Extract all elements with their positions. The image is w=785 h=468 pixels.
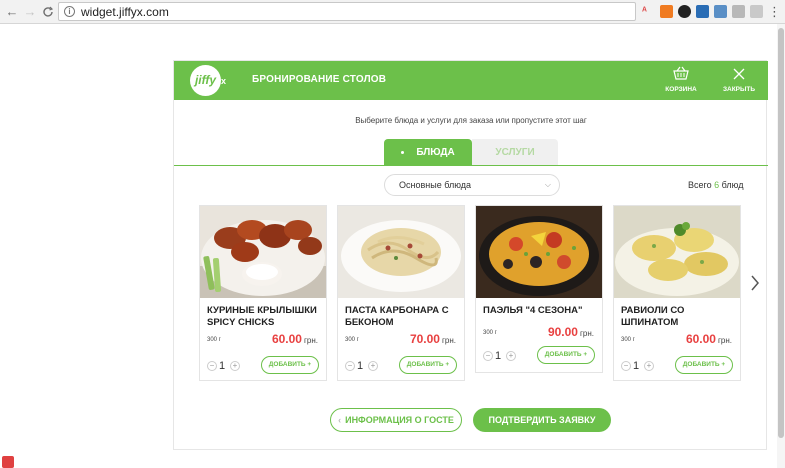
dish-image-paella xyxy=(476,206,602,298)
back-icon[interactable]: ← xyxy=(4,4,20,20)
dish-price: 60.00 грн. xyxy=(271,332,318,346)
qty-value: 1 xyxy=(357,360,364,372)
chevron-left-icon: ‹ xyxy=(338,415,342,425)
screenshot-extension-icon[interactable] xyxy=(696,5,709,18)
dish-card: КУРИНЫЕ КРЫЛЫШКИ SPICY CHICKS 300 г 60.0… xyxy=(199,205,327,381)
qty-minus-button[interactable]: − xyxy=(483,351,493,361)
close-icon xyxy=(719,66,759,84)
qty-minus-button[interactable]: − xyxy=(345,361,355,371)
confirm-button[interactable]: ПОДТВЕРДИТЬ ЗАЯВКУ xyxy=(473,408,611,432)
category-select[interactable]: Основные блюда ⌵ xyxy=(384,174,560,196)
address-bar[interactable]: i widget.jiffyx.com xyxy=(58,2,636,21)
qty-plus-button[interactable]: + xyxy=(230,361,240,371)
chevron-down-icon: ⌵ xyxy=(544,180,551,189)
close-label: ЗАКРЫТЬ xyxy=(722,86,756,93)
qty-value: 1 xyxy=(495,350,502,362)
translate-extension-icon[interactable]: ᴬ xyxy=(642,5,655,18)
cart-label: КОРЗИНА xyxy=(665,86,697,93)
dish-image-ravioli xyxy=(614,206,740,298)
qty-plus-button[interactable]: + xyxy=(368,361,378,371)
browser-toolbar: ← → i widget.jiffyx.com ᴬ ⋮ xyxy=(0,0,785,24)
dish-weight: 300 г xyxy=(621,337,635,343)
dish-card: РАВИОЛИ СО ШПИНАТОМ 300 г 60.00 грн. − 1 … xyxy=(613,205,741,381)
active-dot-icon xyxy=(401,150,405,154)
dish-image-carbonara xyxy=(338,206,464,298)
dish-price: 70.00 грн. xyxy=(409,332,456,346)
forward-icon[interactable]: → xyxy=(22,4,38,20)
qty-plus-button[interactable]: + xyxy=(506,351,516,361)
add-button[interactable]: ДОБАВИТЬ + xyxy=(537,346,595,364)
reload-icon[interactable] xyxy=(40,4,56,20)
dish-weight: 300 г xyxy=(207,337,221,343)
page-scrollbar[interactable] xyxy=(777,24,785,468)
tabs-divider xyxy=(174,165,768,166)
dish-name: РАВИОЛИ СО ШПИНАТОМ xyxy=(621,305,685,328)
basket-icon xyxy=(661,66,701,84)
dish-count: Всего 6 блюд xyxy=(688,180,744,190)
qty-plus-button[interactable]: + xyxy=(644,361,654,371)
widget-header: jiffy x БРОНИРОВАНИЕ СТОЛОВ КОРЗИНА ЗАКР… xyxy=(174,61,768,100)
dark-extension-icon[interactable] xyxy=(678,5,691,18)
category-select-value: Основные блюда xyxy=(399,180,472,190)
qty-value: 1 xyxy=(633,360,640,372)
instructions-text: Выберите блюда и услуги для заказа или п… xyxy=(355,116,587,125)
dish-card: ПАСТА КАРБОНАРА С БЕКОНОМ 300 г 70.00 грн… xyxy=(337,205,465,381)
guest-info-button[interactable]: ‹ ИНФОРМАЦИЯ О ГОСТЕ xyxy=(330,408,462,432)
tab-dishes[interactable]: БЛЮДА xyxy=(384,139,472,166)
add-button[interactable]: ДОБАВИТЬ + xyxy=(399,356,457,374)
scroll-thumb[interactable] xyxy=(778,28,784,438)
browser-menu-icon[interactable]: ⋮ xyxy=(768,5,781,18)
dish-price: 60.00 грн. xyxy=(685,332,732,346)
corner-badge-icon xyxy=(2,456,14,468)
rss-extension-icon[interactable] xyxy=(660,5,673,18)
add-button[interactable]: ДОБАВИТЬ + xyxy=(261,356,319,374)
add-button[interactable]: ДОБАВИТЬ + xyxy=(675,356,733,374)
cart-button[interactable]: КОРЗИНА xyxy=(661,66,701,93)
dish-weight: 300 г xyxy=(483,330,497,336)
widget-title: БРОНИРОВАНИЕ СТОЛОВ xyxy=(252,74,387,85)
dish-weight: 300 г xyxy=(345,337,359,343)
info-icon[interactable]: i xyxy=(64,6,75,17)
jiffyx-logo: jiffy xyxy=(190,65,221,96)
dish-name: КУРИНЫЕ КРЫЛЫШКИ SPICY CHICKS xyxy=(207,305,317,328)
dish-name: ПАСТА КАРБОНАРА С БЕКОНОМ xyxy=(345,305,449,328)
dish-image-chicken-wings xyxy=(200,206,326,298)
dish-price: 90.00 грн. xyxy=(547,325,594,339)
dish-card: ПАЭЛЬЯ "4 СЕЗОНА" 300 г 90.00 грн. − 1 + … xyxy=(475,205,603,373)
qty-minus-button[interactable]: − xyxy=(207,361,217,371)
tab-services[interactable]: УСЛУГИ xyxy=(472,139,558,166)
dish-name: ПАЭЛЬЯ "4 СЕЗОНА" xyxy=(483,305,583,316)
close-button[interactable]: ЗАКРЫТЬ xyxy=(719,66,759,93)
qty-value: 1 xyxy=(219,360,226,372)
logo-suffix: x xyxy=(221,76,227,86)
url-text: widget.jiffyx.com xyxy=(81,5,169,19)
s-extension-icon[interactable] xyxy=(714,5,727,18)
grey-extension-icon[interactable] xyxy=(732,5,745,18)
chevron-right-icon[interactable] xyxy=(750,275,760,296)
qty-minus-button[interactable]: − xyxy=(621,361,631,371)
booking-widget: jiffy x БРОНИРОВАНИЕ СТОЛОВ КОРЗИНА ЗАКР… xyxy=(173,60,768,450)
pocket-extension-icon[interactable] xyxy=(750,5,763,18)
